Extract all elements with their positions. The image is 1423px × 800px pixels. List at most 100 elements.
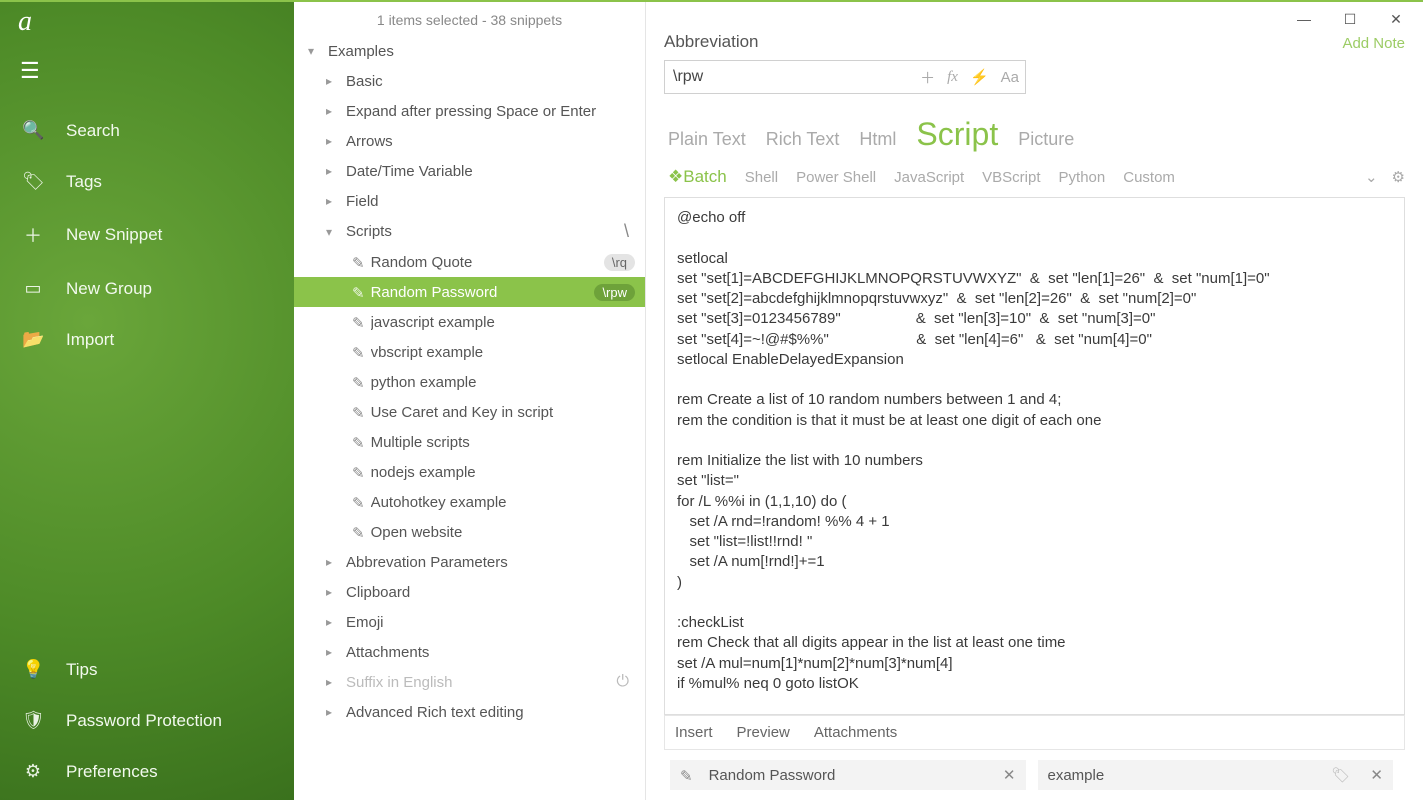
- tree-snippet[interactable]: ✎Random Quote\rq: [294, 247, 645, 277]
- chevron-icon: [326, 164, 340, 178]
- chevron-icon: [308, 44, 322, 58]
- nav-bottom-item-password-protection[interactable]: 🛡Password Protection: [0, 698, 294, 743]
- lang-tab-power-shell[interactable]: Power Shell: [796, 169, 876, 186]
- lang-tab-python[interactable]: Python: [1059, 169, 1106, 186]
- case-icon[interactable]: Aa: [1001, 69, 1019, 86]
- tree-group[interactable]: Basic: [294, 66, 645, 96]
- code-editor[interactable]: @echo off setlocal set "set[1]=ABCDEFGHI…: [664, 197, 1405, 715]
- tree-group[interactable]: Arrows: [294, 126, 645, 156]
- tree-group[interactable]: Date/Time Variable: [294, 156, 645, 186]
- type-tab-rich-text[interactable]: Rich Text: [766, 129, 840, 150]
- action-insert[interactable]: Insert: [675, 724, 713, 741]
- power-icon[interactable]: ⏻: [616, 673, 635, 691]
- bolt-icon[interactable]: ⚡: [970, 68, 989, 86]
- pencil-icon: ✎: [352, 494, 365, 512]
- detail-panel: — ☐ ✕ Abbreviation Add Note ＋ fx ⚡ Aa Pl…: [646, 2, 1423, 800]
- tree-label: Attachments: [346, 644, 635, 661]
- tree-group[interactable]: Attachments: [294, 637, 645, 667]
- maximize-button[interactable]: ☐: [1327, 4, 1373, 34]
- nav-label: Import: [66, 330, 114, 350]
- language-tabs: Batch Shell Power Shell JavaScript VBScript P…: [664, 167, 1405, 187]
- nav-item-icon: 🔍: [22, 120, 44, 141]
- chevron-icon: [326, 104, 340, 118]
- lang-tab-shell[interactable]: Shell: [745, 169, 778, 186]
- nav-item-new-snippet[interactable]: ＋ New Snippet: [0, 210, 294, 260]
- chevron-icon: [326, 74, 340, 88]
- nav-item-icon: 🏷: [22, 171, 44, 192]
- lang-tab-javascript[interactable]: JavaScript: [894, 169, 964, 186]
- nav-label: Password Protection: [66, 711, 222, 731]
- type-tab-script[interactable]: Script: [916, 116, 998, 153]
- chevron-icon: [326, 675, 340, 689]
- chevron-icon: [326, 194, 340, 208]
- tree-label: Abbrevation Parameters: [346, 554, 635, 571]
- lang-tab-custom[interactable]: Custom: [1123, 169, 1175, 186]
- tree-label: Expand after pressing Space or Enter: [346, 103, 635, 120]
- tree-label: nodejs example: [371, 464, 635, 481]
- lang-tab-batch[interactable]: Batch: [668, 167, 727, 187]
- tree-label: Scripts: [346, 223, 624, 240]
- minimize-button[interactable]: —: [1281, 4, 1327, 34]
- chevron-icon: [326, 585, 340, 599]
- tree-group[interactable]: Clipboard: [294, 577, 645, 607]
- tree-group[interactable]: Suffix in English⏻: [294, 667, 645, 697]
- menu-icon[interactable]: ☰: [0, 48, 294, 104]
- nav-label: Search: [66, 121, 120, 141]
- type-tab-plain-text[interactable]: Plain Text: [668, 129, 746, 150]
- fx-icon[interactable]: fx: [947, 69, 958, 86]
- tree-snippet[interactable]: ✎Open website: [294, 517, 645, 547]
- nav-item-import[interactable]: 📂Import: [0, 317, 294, 362]
- nav-item-search[interactable]: 🔍 Search: [0, 108, 294, 153]
- nav-bottom-item-preferences[interactable]: ⚙ Preferences: [0, 749, 294, 794]
- clear-title-icon[interactable]: ✕: [1003, 766, 1016, 784]
- close-button[interactable]: ✕: [1373, 4, 1419, 34]
- tree-label: Autohotkey example: [371, 494, 635, 511]
- tree-group[interactable]: Abbrevation Parameters: [294, 547, 645, 577]
- pencil-icon: ✎: [352, 284, 365, 302]
- tree-snippet[interactable]: ✎Random Password\rpw: [294, 277, 645, 307]
- tree-snippet[interactable]: ✎python example: [294, 367, 645, 397]
- tree-snippet[interactable]: ✎ Autohotkey example: [294, 487, 645, 517]
- tree-label: Examples: [328, 43, 635, 60]
- clear-tag-icon[interactable]: ✕: [1370, 766, 1383, 784]
- nav-item-new-group[interactable]: ▭New Group: [0, 266, 294, 311]
- type-tab-html[interactable]: Html: [859, 129, 896, 150]
- window-controls: — ☐ ✕: [1281, 4, 1419, 34]
- pencil-icon: ✎: [352, 464, 365, 482]
- tree-group-examples[interactable]: Examples: [294, 36, 645, 66]
- nav-bottom-item-tips[interactable]: 💡Tips: [0, 647, 294, 692]
- tag-input[interactable]: [1048, 767, 1322, 784]
- snippet-tree: Examples Basic Expand after pressing Space…: [294, 36, 645, 800]
- lang-tab-vbscript[interactable]: VBScript: [982, 169, 1040, 186]
- tree-group[interactable]: Advanced Rich text editing: [294, 697, 645, 727]
- tree-group-scripts[interactable]: Scripts\: [294, 216, 645, 247]
- nav-label: New Snippet: [66, 225, 162, 245]
- abbreviation-input[interactable]: [673, 68, 910, 86]
- tree-label: Emoji: [346, 614, 635, 631]
- tree-group[interactable]: Expand after pressing Space or Enter: [294, 96, 645, 126]
- nav-bottom-item-icon: ⚙: [22, 761, 44, 782]
- nav-label: Tags: [66, 172, 102, 192]
- tree-snippet[interactable]: ✎Use Caret and Key in script: [294, 397, 645, 427]
- action-preview[interactable]: Preview: [737, 724, 790, 741]
- tree-group[interactable]: Emoji: [294, 607, 645, 637]
- nav-item-icon: ＋: [22, 222, 44, 248]
- chevron-down-icon[interactable]: ⌄: [1365, 168, 1378, 186]
- tree-snippet[interactable]: ✎javascript example: [294, 307, 645, 337]
- type-tab-picture[interactable]: Picture: [1018, 129, 1074, 150]
- action-attachments[interactable]: Attachments: [814, 724, 897, 741]
- gear-icon[interactable]: ⚙: [1392, 168, 1405, 186]
- add-note-link[interactable]: Add Note: [1342, 35, 1405, 52]
- tree-snippet[interactable]: ✎vbscript example: [294, 337, 645, 367]
- tree-group[interactable]: Field: [294, 186, 645, 216]
- add-icon[interactable]: ＋: [920, 67, 935, 88]
- nav-label: Preferences: [66, 762, 158, 782]
- nav-item-tags[interactable]: 🏷 Tags: [0, 159, 294, 204]
- pencil-icon: ✎: [352, 434, 365, 452]
- tree-label: javascript example: [371, 314, 635, 331]
- tree-snippet[interactable]: ✎ nodejs example: [294, 457, 645, 487]
- nav-bottom-item-icon: 💡: [22, 659, 44, 680]
- tree-label: Clipboard: [346, 584, 635, 601]
- tree-label: vbscript example: [371, 344, 635, 361]
- tree-snippet[interactable]: ✎Multiple scripts: [294, 427, 645, 457]
